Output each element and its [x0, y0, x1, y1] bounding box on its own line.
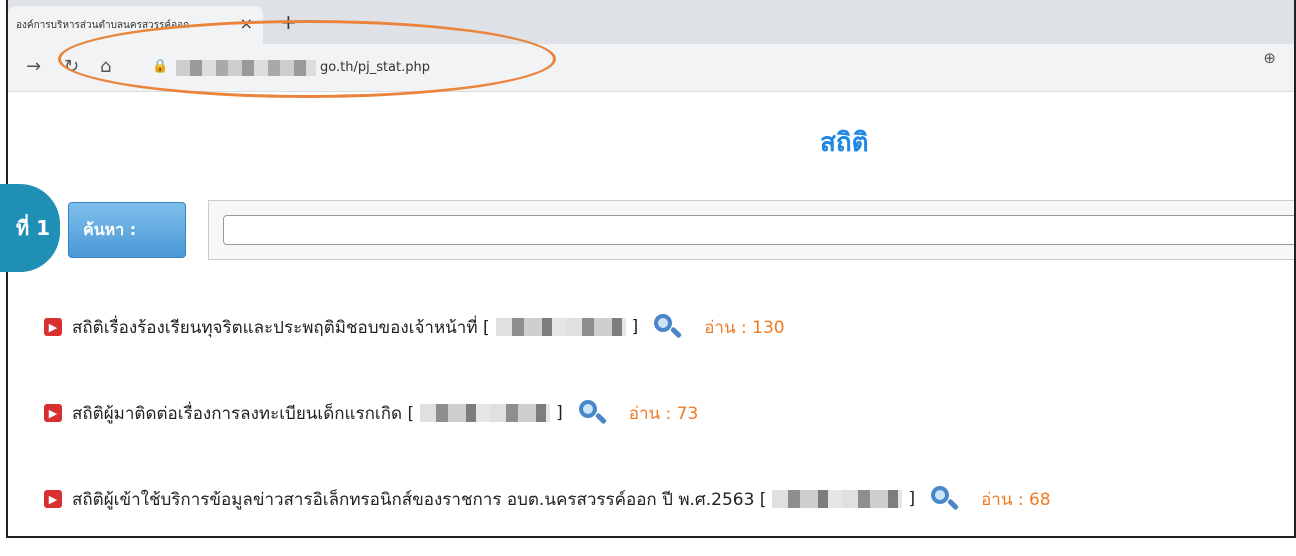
- read-count: อ่าน : 73: [628, 403, 699, 424]
- stat-title[interactable]: สถิติผู้เข้าใช้บริการข้อมูลข่าวสารอิเล็ก…: [72, 486, 766, 513]
- blurred-date: [772, 490, 903, 508]
- highlight-ellipse: [58, 20, 556, 98]
- bullet-arrow-icon: ▶: [44, 490, 62, 508]
- stat-item[interactable]: ▶ สถิติผู้เข้าใช้บริการข้อมูลข่าวสารอิเล…: [44, 484, 1051, 514]
- stat-item[interactable]: ▶ สถิติเรื่องร้องเรียนทุจริตและประพฤติมิ…: [44, 312, 785, 342]
- magnifier-icon[interactable]: [929, 484, 960, 514]
- bullet-arrow-icon: ▶: [44, 318, 62, 336]
- stat-item[interactable]: ▶ สถิติผู้มาติดต่อเรื่องการลงทะเบียนเด็ก…: [44, 398, 698, 428]
- stat-bracket: ]: [908, 489, 916, 509]
- blurred-date: [495, 318, 626, 336]
- magnifier-icon[interactable]: [577, 398, 607, 428]
- bullet-arrow-icon: ▶: [44, 404, 62, 422]
- search-box: [208, 200, 1294, 260]
- search-input[interactable]: [223, 215, 1294, 245]
- read-count: อ่าน : 68: [981, 489, 1051, 510]
- stat-title[interactable]: สถิติผู้มาติดต่อเรื่องการลงทะเบียนเด็กแร…: [72, 400, 414, 427]
- stat-bracket: ]: [631, 317, 639, 337]
- read-count: อ่าน : 130: [704, 317, 785, 338]
- browser-window: องค์การบริหารส่วนตำบลนครสวรรค์ออก × + → …: [6, 0, 1296, 538]
- magnifier-icon[interactable]: [652, 312, 683, 342]
- stat-bracket: ]: [556, 403, 563, 423]
- page-title: สถิติ: [820, 128, 869, 158]
- stat-title[interactable]: สถิติเรื่องร้องเรียนทุจริตและประพฤติมิชอ…: [72, 314, 490, 341]
- back-icon[interactable]: →: [26, 56, 41, 77]
- zoom-icon[interactable]: ⊕: [1263, 49, 1276, 67]
- blurred-date: [420, 404, 551, 422]
- search-button[interactable]: ค้นหา :: [68, 202, 186, 258]
